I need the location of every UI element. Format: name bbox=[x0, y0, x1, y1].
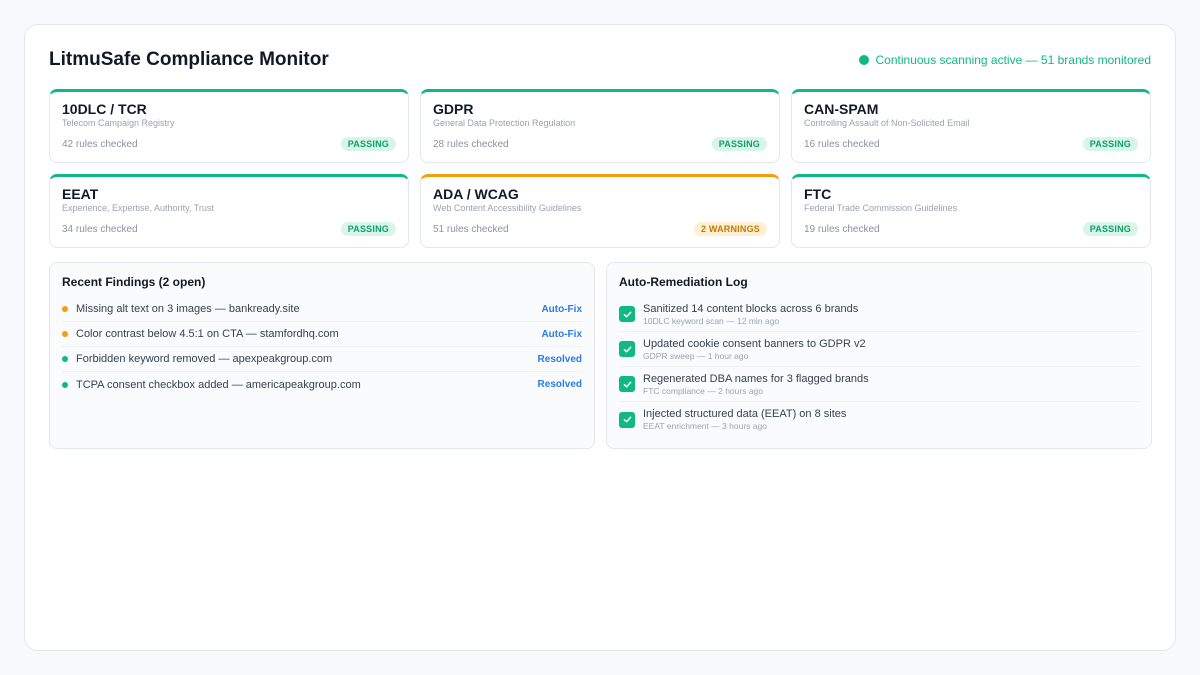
list-item: Color contrast below 4.5:1 on CTA — stam… bbox=[62, 322, 582, 347]
checkmark-icon bbox=[619, 376, 635, 392]
card-rules: 28 rules checked bbox=[433, 138, 509, 150]
log-main: Updated cookie consent banners to GDPR v… bbox=[643, 337, 866, 350]
card-desc: Federal Trade Commission Guidelines bbox=[804, 203, 958, 213]
list-item: Missing alt text on 3 images — bankready… bbox=[62, 297, 582, 322]
list-item: Forbidden keyword removed — apexpeakgrou… bbox=[62, 347, 582, 372]
card-10dlc[interactable]: 10DLC / TCR Telecom Campaign Registry 42… bbox=[49, 89, 409, 163]
list-item: Updated cookie consent banners to GDPR v… bbox=[619, 332, 1139, 367]
regulation-cards: 10DLC / TCR Telecom Campaign Registry 42… bbox=[49, 89, 1151, 248]
card-ftc[interactable]: FTC Federal Trade Commission Guidelines … bbox=[791, 174, 1151, 248]
success-dot-icon bbox=[62, 356, 68, 362]
scan-status-text: Continuous scanning active — 51 brands m… bbox=[875, 53, 1152, 67]
finding-text: Missing alt text on 3 images — bankready… bbox=[76, 303, 300, 315]
card-name: ADA / WCAG bbox=[433, 186, 519, 202]
list-item: Regenerated DBA names for 3 flagged bran… bbox=[619, 367, 1139, 402]
card-rules: 16 rules checked bbox=[804, 138, 880, 150]
status-dot-icon bbox=[858, 55, 869, 65]
log-main: Injected structured data (EEAT) on 8 sit… bbox=[643, 408, 847, 420]
list-item: TCPA consent checkbox added — americapea… bbox=[62, 372, 582, 397]
status-badge: PASSING bbox=[340, 137, 396, 151]
log-title: Auto-Remediation Log bbox=[619, 275, 748, 289]
list-item: Sanitized 14 content blocks across 6 bra… bbox=[619, 297, 1139, 332]
header: LitmuSafe Compliance Monitor Continuous … bbox=[49, 49, 1151, 71]
log-main: Regenerated DBA names for 3 flagged bran… bbox=[643, 372, 869, 385]
success-dot-icon bbox=[62, 381, 68, 388]
recent-findings: Recent Findings (2 open) Missing alt tex… bbox=[49, 262, 595, 449]
finding-text: Color contrast below 4.5:1 on CTA — stam… bbox=[76, 328, 339, 340]
card-desc: Telecom Campaign Registry bbox=[62, 118, 175, 128]
card-name: CAN-SPAM bbox=[804, 101, 879, 117]
warning-dot-icon bbox=[62, 331, 68, 337]
card-eeat[interactable]: EEAT Experience, Expertise, Authority, T… bbox=[49, 174, 409, 248]
card-rules: 34 rules checked bbox=[62, 223, 138, 235]
resolved-link[interactable]: Resolved bbox=[538, 379, 582, 390]
resolved-link[interactable]: Resolved bbox=[538, 354, 582, 365]
card-name: EEAT bbox=[62, 186, 99, 202]
warning-dot-icon bbox=[62, 306, 68, 312]
auto-fix-button[interactable]: Auto-Fix bbox=[541, 304, 582, 315]
card-desc: Web Content Accessibility Guidelines bbox=[433, 203, 582, 213]
finding-text: Forbidden keyword removed — apexpeakgrou… bbox=[76, 353, 333, 365]
card-rules: 51 rules checked bbox=[433, 223, 509, 235]
warning-badge: 2 WARNINGS bbox=[693, 222, 767, 236]
card-desc: General Data Protection Regulation bbox=[433, 118, 576, 128]
card-desc: Experience, Expertise, Authority, Trust bbox=[62, 203, 214, 213]
log-sub: 10DLC keyword scan — 12 min ago bbox=[643, 315, 780, 326]
findings-title: Recent Findings (2 open) bbox=[62, 275, 206, 289]
card-gdpr[interactable]: GDPR General Data Protection Regulation … bbox=[420, 89, 780, 163]
finding-text: TCPA consent checkbox added — americapea… bbox=[76, 378, 361, 391]
checkmark-icon bbox=[619, 306, 635, 322]
card-name: GDPR bbox=[433, 101, 474, 117]
card-rules: 19 rules checked bbox=[804, 223, 880, 235]
card-name: FTC bbox=[804, 186, 832, 202]
list-item: Injected structured data (EEAT) on 8 sit… bbox=[619, 402, 1139, 437]
status-badge: PASSING bbox=[340, 222, 396, 236]
log-sub: FTC compliance — 2 hours ago bbox=[643, 385, 763, 396]
log-main: Sanitized 14 content blocks across 6 bra… bbox=[643, 302, 859, 315]
page-title: LitmuSafe Compliance Monitor bbox=[49, 49, 329, 70]
log-sub: GDPR sweep — 1 hour ago bbox=[643, 350, 749, 361]
compliance-panel: LitmuSafe Compliance Monitor Continuous … bbox=[24, 24, 1176, 651]
card-rules: 42 rules checked bbox=[62, 138, 138, 150]
checkmark-icon bbox=[619, 411, 635, 428]
card-ada-wcag[interactable]: ADA / WCAG Web Content Accessibility Gui… bbox=[420, 174, 780, 248]
log-sub: EEAT enrichment — 3 hours ago bbox=[643, 421, 767, 431]
card-name: 10DLC / TCR bbox=[62, 101, 147, 117]
auto-fix-button[interactable]: Auto-Fix bbox=[541, 329, 582, 340]
status-badge: PASSING bbox=[1082, 222, 1138, 236]
card-desc: Controlling Assault of Non-Solicited Ema… bbox=[804, 118, 970, 128]
status-badge: PASSING bbox=[711, 137, 767, 151]
auto-remediation-log: Auto-Remediation Log Sanitized 14 conten… bbox=[606, 262, 1152, 449]
checkmark-icon bbox=[619, 341, 635, 357]
status-badge: PASSING bbox=[1082, 137, 1138, 151]
card-can-spam[interactable]: CAN-SPAM Controlling Assault of Non-Soli… bbox=[791, 89, 1151, 163]
scan-status: Continuous scanning active — 51 brands m… bbox=[858, 53, 1152, 67]
